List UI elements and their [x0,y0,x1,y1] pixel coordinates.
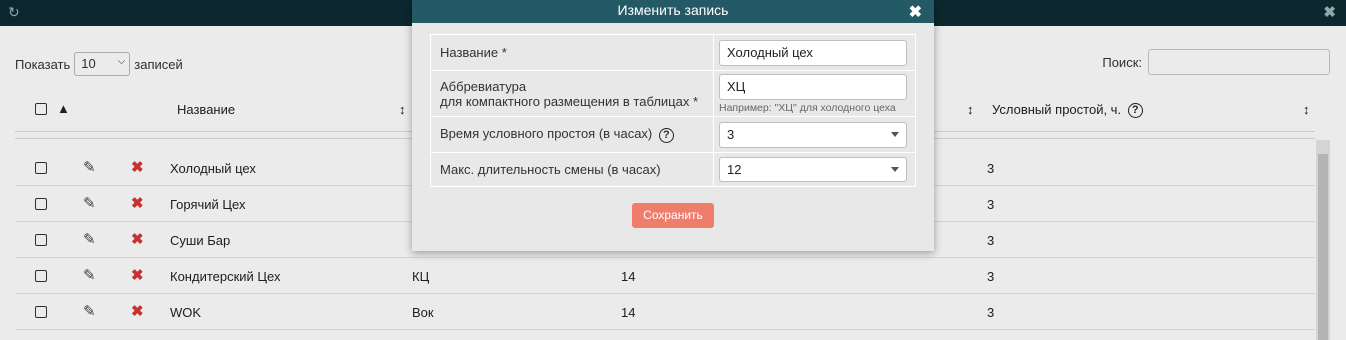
save-button[interactable]: Сохранить [632,203,714,228]
edit-form: Название * Холодный цех Аббревиатура для… [430,34,916,187]
max-shift-select[interactable]: 12 [719,157,907,182]
dialog-header: Изменить запись ✖ [412,0,934,23]
field-label-max-shift: Макс. длительность смены (в часах) [431,153,714,186]
dropdown-arrow-icon [891,131,899,137]
dropdown-arrow-icon [891,167,899,172]
downtime-select[interactable]: 3 [719,121,907,148]
abbreviation-input-value: ХЦ [727,79,746,94]
field-label-abbr-text: Аббревиатура [440,78,527,94]
field-label-downtime-text: Время условного простоя (в часах) ? [440,126,704,143]
abbreviation-input[interactable]: ХЦ [719,74,907,100]
field-label-downtime-value: Время условного простоя (в часах) [440,126,653,142]
field-sublabel-abbr: для компактного размещения в таблицах * [440,93,699,109]
form-row-abbr: Аббревиатура для компактного размещения … [431,71,915,117]
edit-record-dialog: Изменить запись ✖ Название * Холодный це… [412,0,934,251]
dialog-title: Изменить запись [617,2,729,18]
field-label-name: Название * [431,35,714,70]
field-label-abbr: Аббревиатура для компактного размещения … [431,71,714,116]
form-row-downtime: Время условного простоя (в часах) ? 3 [431,117,915,153]
field-label-downtime: Время условного простоя (в часах) ? [431,117,714,152]
help-icon[interactable]: ? [658,127,674,143]
field-label-max-shift-text: Макс. длительность смены (в часах) [440,162,661,177]
field-label-name-text: Название * [440,45,507,60]
name-input-value: Холодный цех [727,44,813,60]
name-input[interactable]: Холодный цех [719,39,907,66]
downtime-select-value: 3 [727,126,735,142]
abbreviation-hint: Например: "ХЦ" для холодного цеха [719,102,896,114]
max-shift-select-value: 12 [727,162,742,177]
close-icon[interactable]: ✖ [909,2,922,23]
form-row-name: Название * Холодный цех [431,35,915,71]
form-row-max-shift: Макс. длительность смены (в часах) 12 [431,153,915,186]
